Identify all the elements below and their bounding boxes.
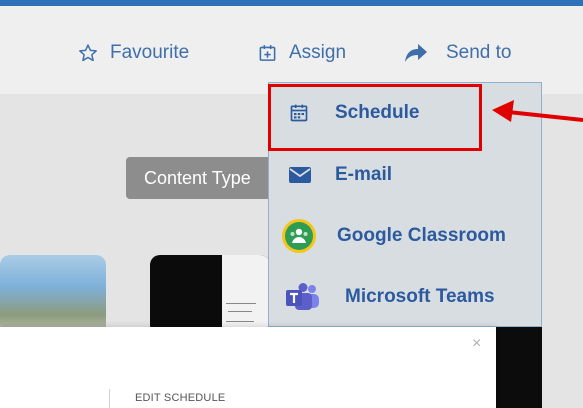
- google-classroom-icon: [282, 219, 316, 253]
- menu-item-google-classroom[interactable]: Google Classroom: [269, 206, 541, 266]
- star-outline-icon: [79, 44, 97, 62]
- calendar-plus-icon: [259, 45, 276, 61]
- preview-line: [226, 303, 256, 304]
- toolbar: Favourite Assign Send to: [0, 6, 583, 94]
- menu-item-microsoft-teams[interactable]: Microsoft Teams: [269, 267, 541, 327]
- favourite-label: Favourite: [110, 42, 190, 63]
- preview-line: [226, 321, 254, 322]
- send-to-button[interactable]: Send to: [404, 42, 512, 64]
- preview-line: [228, 311, 252, 312]
- favourite-button[interactable]: Favourite: [78, 42, 189, 64]
- edit-schedule-modal: [0, 327, 496, 408]
- red-arrow-annotation: [492, 100, 583, 122]
- menu-item-label: E-mail: [335, 164, 393, 185]
- resource-thumbnail[interactable]: [150, 255, 270, 335]
- microsoft-teams-icon: [286, 283, 319, 310]
- close-icon[interactable]: ×: [472, 335, 481, 353]
- menu-item-label: Microsoft Teams: [345, 286, 495, 307]
- divider: [109, 389, 110, 408]
- document-preview: [222, 255, 270, 335]
- resource-thumbnail[interactable]: [0, 255, 106, 335]
- highlight-box: [268, 84, 482, 151]
- menu-item-label: Google Classroom: [337, 225, 506, 246]
- content-type-filter[interactable]: Content Type: [126, 157, 276, 199]
- share-arrow-icon: [405, 44, 427, 62]
- content-type-label: Content Type: [144, 168, 251, 188]
- send-to-label: Send to: [446, 42, 512, 63]
- assign-label: Assign: [289, 42, 347, 63]
- modal-title: EDIT SCHEDULE: [135, 392, 226, 404]
- assign-button[interactable]: Assign: [258, 42, 346, 64]
- envelope-icon: [289, 167, 311, 183]
- menu-item-email[interactable]: E-mail: [269, 145, 541, 205]
